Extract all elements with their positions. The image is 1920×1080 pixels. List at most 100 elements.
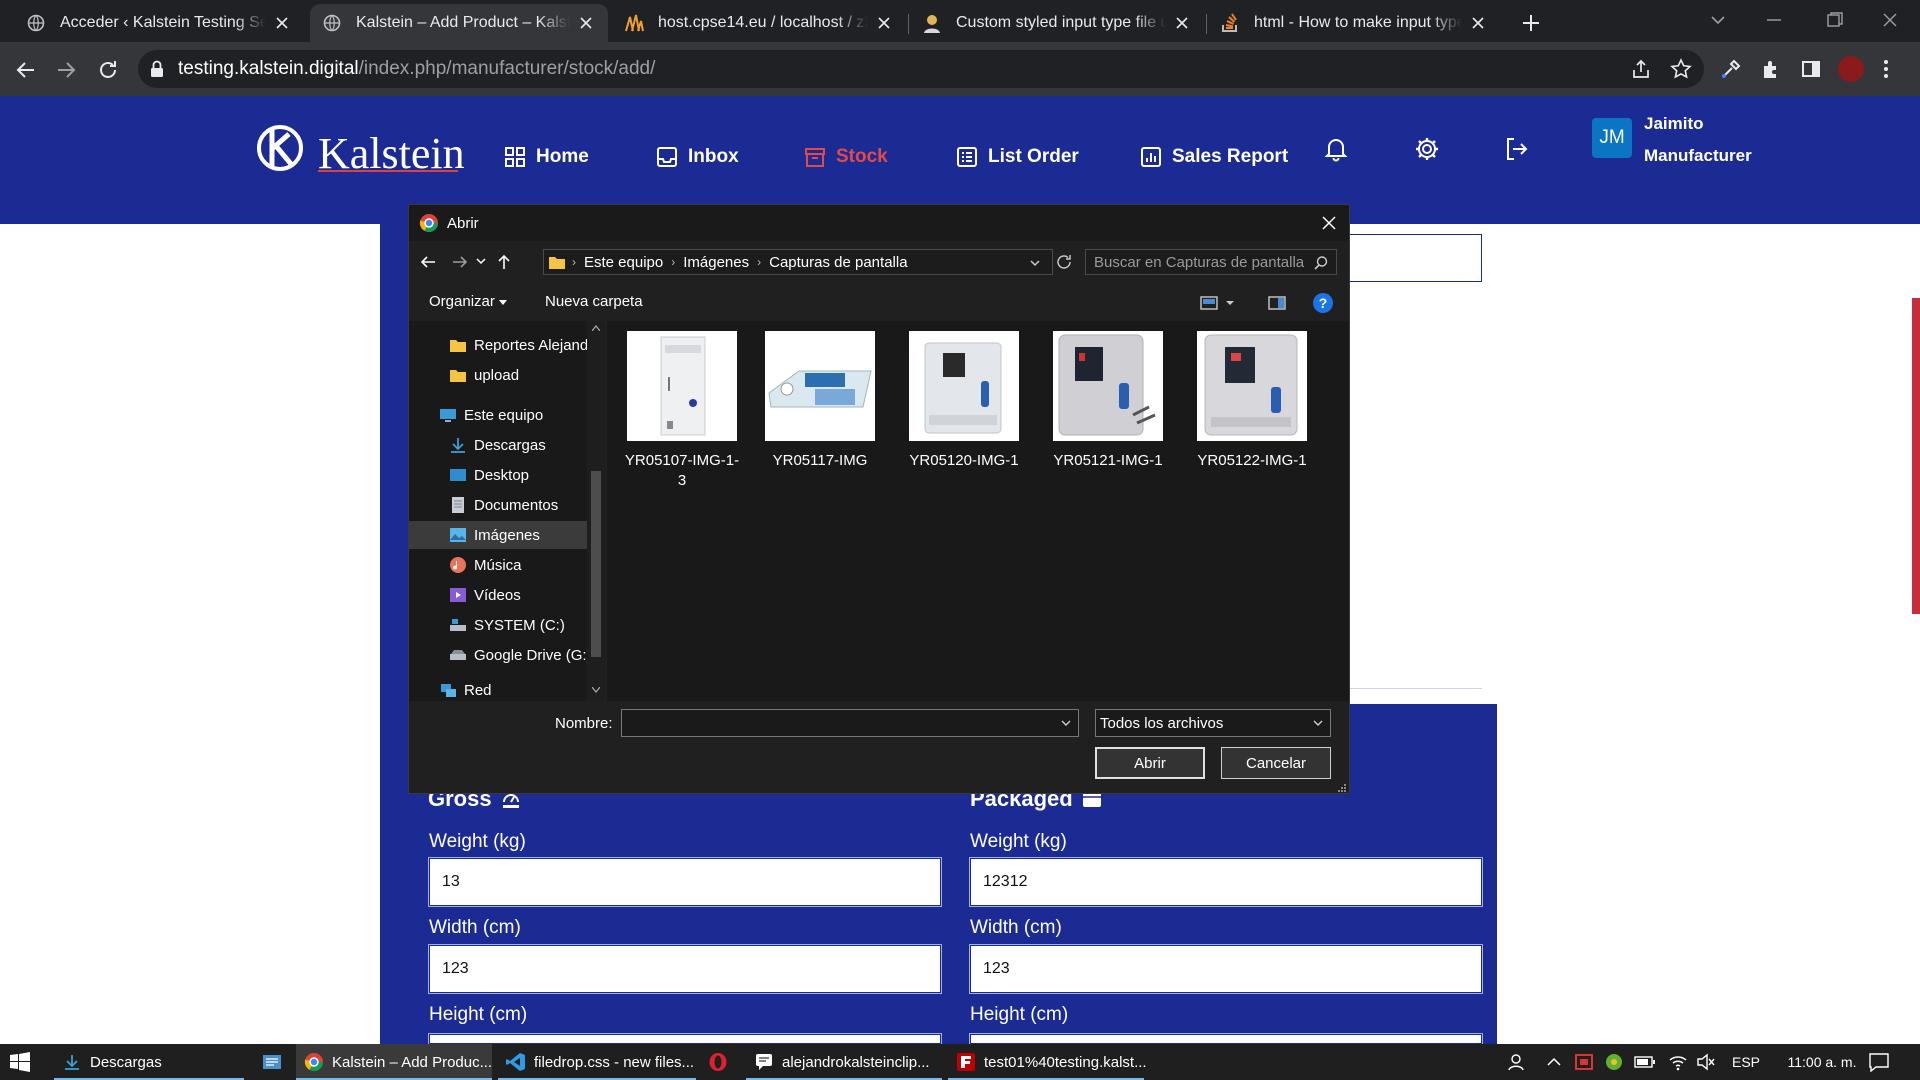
tree-item-videos[interactable]: Vídeos	[409, 581, 587, 609]
nav-stock[interactable]: Stock	[804, 134, 888, 180]
cancel-button[interactable]: Cancelar	[1221, 747, 1331, 779]
scroll-thumb[interactable]	[591, 471, 601, 657]
close-icon[interactable]	[272, 13, 292, 33]
nav-home[interactable]: Home	[504, 134, 589, 180]
tab-search-icon[interactable]	[1708, 10, 1728, 30]
breadcrumb-item[interactable]: Capturas de pantalla	[769, 254, 907, 271]
organize-menu[interactable]: Organizar	[429, 293, 507, 310]
scroll-down-icon[interactable]	[592, 687, 600, 693]
address-dropdown-icon[interactable]	[1029, 257, 1041, 269]
file-item[interactable]: YR05107-IMG-1-3	[617, 331, 747, 491]
tree-item-este-equipo[interactable]: Este equipo	[409, 401, 587, 429]
tree-item-musica[interactable]: Música	[409, 551, 587, 579]
gear-icon[interactable]	[1414, 136, 1440, 162]
tray-app-icon[interactable]	[1574, 1044, 1594, 1080]
new-folder-button[interactable]: Nueva carpeta	[545, 293, 643, 310]
file-item[interactable]: YR05117-IMG	[755, 331, 885, 471]
nav-inbox[interactable]: Inbox	[656, 134, 739, 180]
tab-add-product[interactable]: Kalstein – Add Product – Kalstein	[310, 4, 608, 42]
open-button[interactable]: Abrir	[1095, 747, 1205, 779]
tree-item-desktop[interactable]: Desktop	[409, 461, 587, 489]
back-arrow-icon[interactable]	[419, 253, 437, 271]
back-arrow-icon[interactable]	[14, 58, 38, 82]
help-icon[interactable]: ?	[1313, 293, 1333, 313]
file-item[interactable]: YR05122-IMG-1	[1187, 331, 1317, 471]
breadcrumb-item[interactable]: Este equipo	[584, 254, 663, 271]
tree-item-documentos[interactable]: Documentos	[409, 491, 587, 519]
lock-icon[interactable]	[150, 60, 164, 78]
filename-input[interactable]	[621, 709, 1079, 737]
eyedropper-extension-icon[interactable]	[1720, 58, 1742, 80]
nav-list-order[interactable]: List Order	[956, 134, 1079, 180]
packaged-height-input[interactable]	[969, 1033, 1483, 1045]
forward-arrow-icon[interactable]	[54, 58, 78, 82]
forward-arrow-icon[interactable]	[451, 253, 469, 271]
kalstein-logo-icon[interactable]	[254, 118, 306, 174]
refresh-icon[interactable]	[1055, 253, 1073, 271]
taskbar-item-descargas[interactable]: Descargas	[54, 1044, 244, 1080]
taskbar-item-chat[interactable]: alejandrokalsteinclip...	[746, 1044, 942, 1080]
clock[interactable]: 11:00 a. m.	[1774, 1044, 1870, 1080]
tab-stackoverflow[interactable]: html - How to make input type=	[1208, 4, 1500, 42]
close-icon[interactable]	[576, 13, 596, 33]
taskbar-item-chrome[interactable]: Kalstein – Add Produc...	[296, 1044, 492, 1080]
tree-item-system-c[interactable]: SYSTEM (C:)	[409, 611, 587, 639]
nav-sales-report[interactable]: Sales Report	[1140, 134, 1288, 180]
file-item[interactable]: YR05121-IMG-1	[1043, 331, 1173, 471]
recent-locations-chevron-icon[interactable]	[475, 255, 487, 267]
tab-acceder[interactable]: Acceder ‹ Kalstein Testing Server	[14, 4, 304, 42]
tray-app-icon[interactable]	[1604, 1044, 1624, 1080]
gross-weight-input[interactable]: 13	[428, 857, 942, 907]
minimize-icon[interactable]	[1762, 10, 1786, 30]
bell-icon[interactable]	[1324, 136, 1348, 162]
taskbar-item-vscode[interactable]: filedrop.css - new files...	[498, 1044, 696, 1080]
resize-grip-icon[interactable]	[1337, 783, 1347, 793]
new-tab-button[interactable]	[1516, 8, 1546, 38]
reload-icon[interactable]	[96, 58, 120, 82]
close-icon[interactable]	[1468, 13, 1488, 33]
up-arrow-icon[interactable]	[495, 253, 513, 271]
notifications-icon[interactable]	[1868, 1044, 1890, 1080]
url-text[interactable]: testing.kalstein.digital/index.php/manuf…	[178, 58, 655, 80]
tree-item-upload[interactable]: upload	[409, 361, 587, 389]
navigation-scrollbar[interactable]	[587, 321, 605, 701]
file-item[interactable]: YR05120-IMG-1	[899, 331, 1029, 471]
chevron-down-icon[interactable]	[1060, 718, 1072, 728]
window-close-icon[interactable]	[1878, 10, 1902, 30]
tree-item-google-drive[interactable]: Google Drive (G:)	[409, 641, 587, 669]
share-icon[interactable]	[1630, 58, 1652, 80]
windows-start-icon[interactable]	[10, 1052, 30, 1072]
side-panel-icon[interactable]	[1800, 58, 1822, 80]
tab-custom-styled[interactable]: Custom styled input type file uplo	[910, 4, 1204, 42]
tree-item-reportes[interactable]: Reportes Alejandro	[409, 331, 587, 359]
people-icon[interactable]	[1508, 1044, 1528, 1080]
gross-width-input[interactable]: 123	[428, 944, 942, 994]
dialog-close-icon[interactable]	[1319, 213, 1339, 233]
dialog-address-bar[interactable]: › Este equipo › Imágenes › Capturas de p…	[543, 249, 1053, 275]
battery-icon[interactable]	[1634, 1044, 1656, 1080]
taskbar-item-opera[interactable]	[700, 1044, 740, 1080]
kebab-menu-icon[interactable]	[1882, 58, 1890, 80]
preview-pane-icon[interactable]	[1267, 295, 1287, 311]
tray-chevron-up-icon[interactable]	[1546, 1044, 1562, 1080]
tree-item-red[interactable]: Red	[409, 679, 587, 701]
packaged-width-input[interactable]: 123	[969, 944, 1483, 994]
profile-avatar[interactable]	[1838, 56, 1864, 82]
star-icon[interactable]	[1670, 58, 1692, 80]
dialog-search-input[interactable]: Buscar en Capturas de pantalla	[1085, 249, 1337, 275]
change-view-icon[interactable]	[1199, 295, 1239, 311]
tree-item-imagenes[interactable]: Imágenes	[409, 521, 587, 549]
taskbar-item-filezilla[interactable]: test01%40testing.kalst...	[948, 1044, 1147, 1080]
user-avatar[interactable]: JM	[1592, 118, 1632, 158]
page-scroll-indicator[interactable]	[1912, 298, 1920, 614]
taskbar-item-app[interactable]	[254, 1044, 296, 1080]
logout-icon[interactable]	[1504, 136, 1528, 162]
dialog-title-bar[interactable]: Abrir	[409, 205, 1349, 241]
packaged-weight-input[interactable]: 12312	[969, 857, 1483, 907]
gross-height-input[interactable]	[428, 1033, 942, 1045]
tree-item-descargas[interactable]: Descargas	[409, 431, 587, 459]
tab-phpmyadmin[interactable]: host.cpse14.eu / localhost / z220	[612, 4, 906, 42]
extensions-puzzle-icon[interactable]	[1760, 58, 1782, 80]
close-icon[interactable]	[874, 13, 894, 33]
scroll-up-icon[interactable]	[592, 325, 600, 331]
